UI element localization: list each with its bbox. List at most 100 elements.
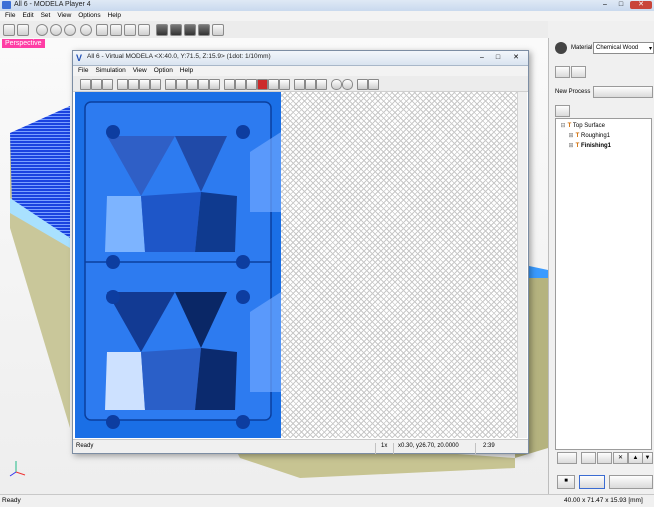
fit-view-icon[interactable] [124, 24, 136, 36]
paste-button[interactable] [597, 452, 612, 464]
cube-iso-icon[interactable] [198, 24, 210, 36]
material-select[interactable]: Chemical Wood ▾ [593, 42, 654, 54]
chevron-down-icon: ▾ [648, 46, 652, 52]
vm-simulation-canvas[interactable] [75, 92, 517, 438]
edit-process-button[interactable] [557, 452, 577, 464]
rotate-icon[interactable] [224, 79, 235, 90]
zoom-icon[interactable] [110, 24, 122, 36]
process-icon[interactable] [571, 66, 586, 78]
minimize-button[interactable]: – [598, 1, 612, 9]
vm-status-coords: x0.30, y26.70, z0.0000 [398, 443, 459, 449]
view-iso-icon[interactable] [198, 79, 209, 90]
cube-view-icon[interactable] [268, 79, 279, 90]
cube-front-icon[interactable] [156, 24, 168, 36]
step-icon[interactable] [139, 79, 150, 90]
color-icon[interactable] [357, 79, 368, 90]
settings-icon[interactable] [368, 79, 379, 90]
status-text: Ready [2, 497, 21, 504]
vm-menu-help[interactable]: Help [180, 66, 193, 76]
process-tree: ⊟ T Top Surface ⊞ T Roughing1 ⊞ T Finish… [555, 118, 652, 450]
new-process-label: New Process [555, 89, 591, 95]
delete-icon[interactable]: ✕ [613, 452, 628, 464]
status-dimensions: 40.00 x 71.47 x 15.93 [mm] [564, 497, 643, 504]
vm-status-time: 2:39 [483, 443, 495, 449]
tool-icon: T [575, 133, 580, 139]
grid-view-icon[interactable] [212, 24, 224, 36]
menu-help[interactable]: Help [108, 11, 121, 21]
vm-minimize-button[interactable]: – [475, 54, 489, 62]
globe-icon[interactable] [36, 24, 48, 36]
open-folder-icon[interactable] [91, 79, 102, 90]
tree-tab-icon[interactable] [555, 105, 570, 117]
virtual-modela-window[interactable]: V All 6 - Virtual MODELA <X:40.0, Y:71.5… [72, 50, 529, 454]
cut-button[interactable] [609, 475, 653, 489]
shade-icon[interactable] [305, 79, 316, 90]
view-side-icon[interactable] [187, 79, 198, 90]
view-front-icon[interactable] [176, 79, 187, 90]
section-icon[interactable] [209, 79, 220, 90]
vm-status-zoom: 1x [381, 443, 388, 449]
cube-top-icon[interactable] [170, 24, 182, 36]
window-title: All 6 - MODELA Player 4 [14, 1, 91, 8]
tree-item-roughing1[interactable]: ⊞ T Roughing1 [568, 132, 610, 141]
vm-maximize-button[interactable]: □ [491, 54, 505, 62]
open-folder-icon[interactable] [3, 24, 15, 36]
vm-title-bar: V All 6 - Virtual MODELA <X:40.0, Y:71.5… [73, 51, 528, 66]
save-icon[interactable] [17, 24, 29, 36]
menu-bar: File Edit Set View Options Help [0, 11, 654, 21]
zoom-icon[interactable] [246, 79, 257, 90]
close-button[interactable]: ✕ [630, 1, 652, 9]
vm-title: All 6 - Virtual MODELA <X:40.0, Y:71.5, … [87, 53, 271, 60]
tool-icon: T [575, 143, 580, 149]
zoom-window-icon[interactable] [138, 24, 150, 36]
down-arrow-icon[interactable]: ▼ [642, 452, 653, 464]
stop-button[interactable]: ■ [557, 475, 575, 489]
tree-item-finishing1[interactable]: ⊞ T Finishing1 [568, 142, 611, 151]
play-icon[interactable] [128, 79, 139, 90]
app-icon [2, 1, 11, 9]
vm-app-icon: V [76, 53, 83, 63]
vm-menu-view[interactable]: View [133, 66, 147, 76]
tool-icon: T [567, 123, 572, 129]
tree-item-top-surface[interactable]: ⊟ T Top Surface [560, 122, 604, 131]
pan-icon[interactable] [96, 24, 108, 36]
grid-icon[interactable] [279, 79, 290, 90]
rotate-icon[interactable] [64, 24, 76, 36]
menu-file[interactable]: File [5, 11, 15, 21]
run-icon[interactable] [117, 79, 128, 90]
new-file-icon[interactable] [80, 79, 91, 90]
menu-set[interactable]: Set [41, 11, 51, 21]
wire-icon[interactable] [316, 79, 327, 90]
view-top-icon[interactable] [165, 79, 176, 90]
cube-side-icon[interactable] [184, 24, 196, 36]
menu-options[interactable]: Options [78, 11, 100, 21]
up-arrow-icon[interactable]: ▲ [628, 452, 643, 464]
target-icon[interactable] [50, 24, 62, 36]
vm-toolbar [73, 76, 528, 92]
layers-icon[interactable] [555, 66, 570, 78]
menu-view[interactable]: View [57, 11, 71, 21]
vm-menu-file[interactable]: File [78, 66, 88, 76]
vm-menu-option[interactable]: Option [154, 66, 173, 76]
axis-indicator-icon [9, 461, 26, 477]
record-icon[interactable] [257, 79, 268, 90]
maximize-button[interactable]: □ [614, 1, 628, 9]
refresh-icon[interactable] [80, 24, 92, 36]
vm-vertical-scrollbar[interactable] [517, 92, 527, 438]
simulation-render [75, 92, 281, 438]
stop-icon[interactable] [150, 79, 161, 90]
main-toolbar [0, 21, 548, 39]
new-process-button[interactable] [593, 86, 653, 98]
vm-menu-simulation[interactable]: Simulation [95, 66, 125, 76]
sphere-icon[interactable] [331, 79, 342, 90]
menu-edit[interactable]: Edit [22, 11, 33, 21]
vm-close-button[interactable]: ✕ [507, 54, 525, 62]
vm-menu-bar: File Simulation View Option Help [73, 66, 528, 76]
status-bar: Ready 40.00 x 71.47 x 15.93 [mm] [0, 494, 654, 507]
save-icon[interactable] [102, 79, 113, 90]
copy-button[interactable] [581, 452, 596, 464]
preview-button[interactable] [579, 475, 605, 489]
light-icon[interactable] [294, 79, 305, 90]
sphere-gray-icon[interactable] [342, 79, 353, 90]
pan-icon[interactable] [235, 79, 246, 90]
